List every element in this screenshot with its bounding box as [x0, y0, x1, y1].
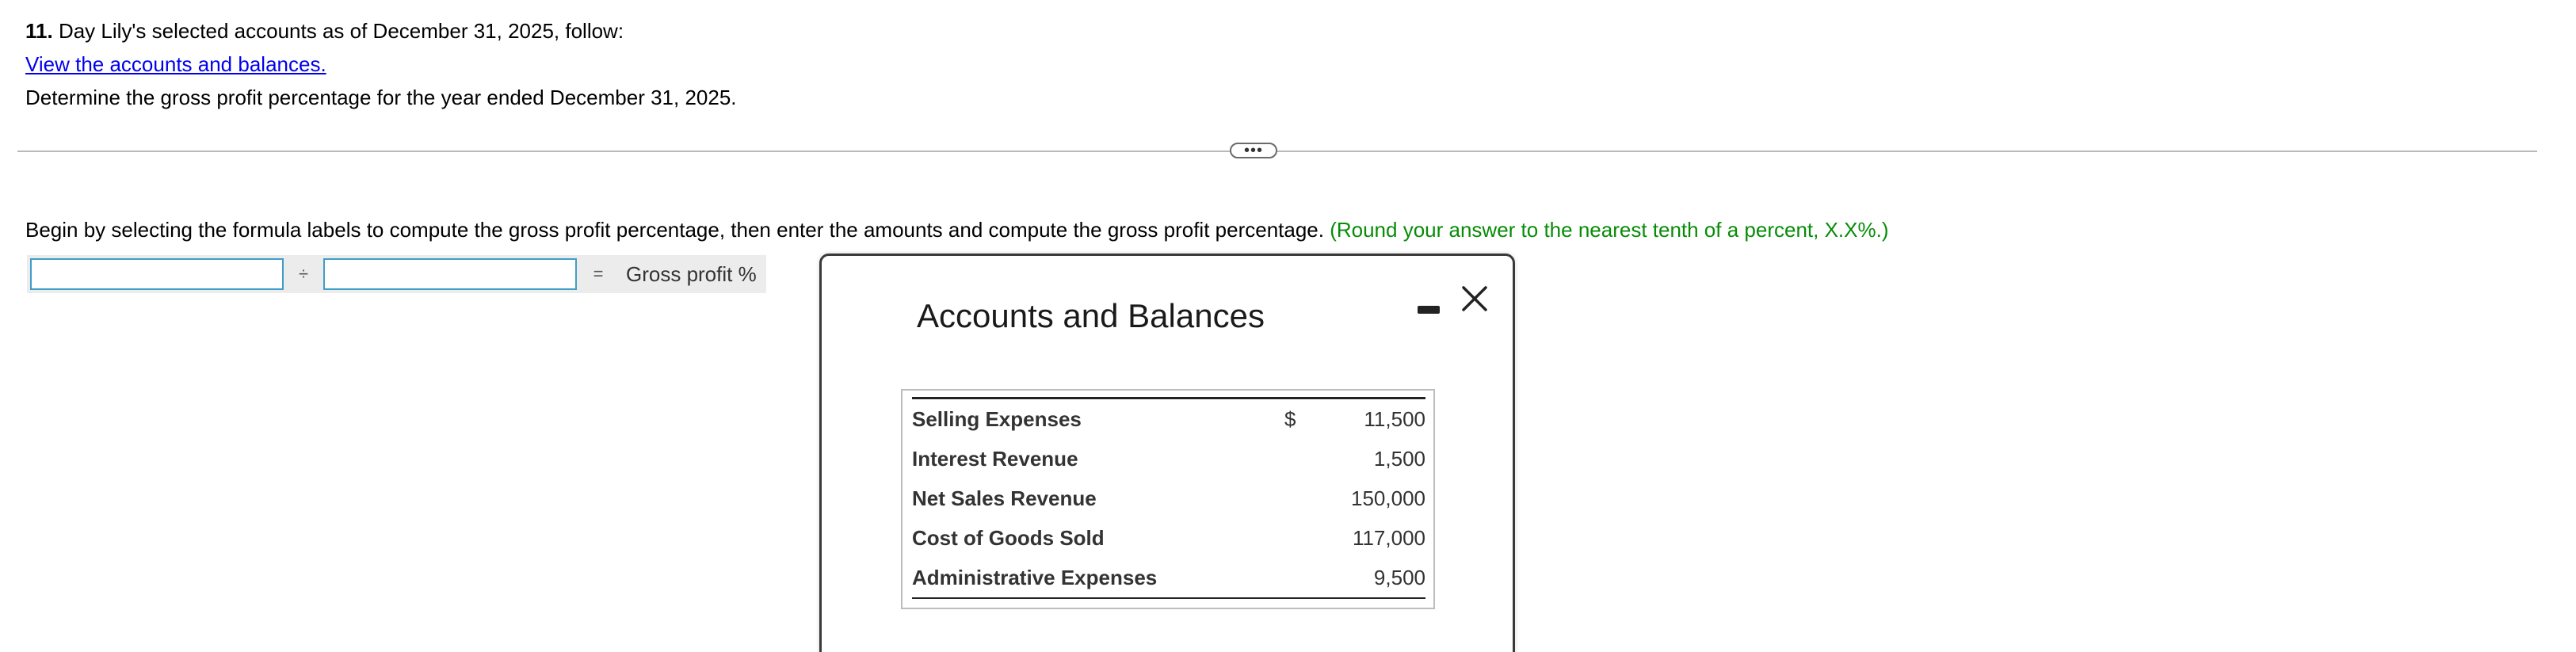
- currency-symbol: [1284, 439, 1316, 479]
- accounts-box: Selling Expenses $ 11,500 Interest Reven…: [901, 389, 1435, 609]
- currency-symbol: [1284, 518, 1316, 558]
- divide-operator: ÷: [298, 264, 309, 284]
- rounding-hint: (Round your answer to the nearest tenth …: [1330, 218, 1889, 242]
- question-task: Determine the gross profit percentage fo…: [25, 86, 737, 109]
- formula-row: ÷ = Gross profit %: [27, 255, 766, 293]
- minimize-icon: [1418, 306, 1440, 314]
- currency-symbol: $: [1284, 406, 1296, 431]
- question-block: 11. Day Lily's selected accounts as of D…: [25, 14, 737, 114]
- table-row: Administrative Expenses 9,500: [912, 558, 1425, 598]
- table-row: Selling Expenses $ 11,500: [912, 399, 1425, 439]
- account-amount: 9,500: [1373, 565, 1425, 589]
- question-number: 11.: [25, 19, 53, 43]
- instructions-text: Begin by selecting the formula labels to…: [25, 218, 1330, 242]
- accounts-balances-modal: Accounts and Balances Selling Expenses $…: [819, 254, 1515, 652]
- equals-operator: =: [593, 264, 604, 284]
- accounts-table: Selling Expenses $ 11,500 Interest Reven…: [912, 397, 1425, 600]
- account-name: Cost of Goods Sold: [912, 525, 1105, 550]
- section-divider: [17, 151, 2537, 152]
- account-amount: 150,000: [1351, 486, 1425, 510]
- denominator-input[interactable]: [323, 258, 577, 290]
- account-amount: 117,000: [1352, 525, 1425, 550]
- close-button[interactable]: [1457, 281, 1492, 316]
- table-row: Net Sales Revenue 150,000: [912, 479, 1425, 518]
- account-amount: 1,500: [1373, 446, 1425, 471]
- instructions: Begin by selecting the formula labels to…: [25, 214, 1888, 246]
- gross-profit-percent-label: Gross profit %: [626, 261, 757, 286]
- modal-title: Accounts and Balances: [917, 297, 1265, 334]
- account-name: Administrative Expenses: [912, 565, 1158, 589]
- account-name: Selling Expenses: [912, 406, 1082, 431]
- page: 11. Day Lily's selected accounts as of D…: [0, 0, 2576, 652]
- currency-symbol: [1284, 558, 1316, 598]
- account-name: Net Sales Revenue: [912, 486, 1097, 510]
- question-intro: Day Lily's selected accounts as of Decem…: [52, 19, 624, 43]
- currency-symbol: [1284, 479, 1316, 518]
- account-amount: 11,500: [1364, 406, 1425, 431]
- close-icon: [1462, 286, 1487, 311]
- expand-handle-button[interactable]: •••: [1230, 143, 1277, 158]
- question-header: 11. Day Lily's selected accounts as of D…: [25, 14, 737, 48]
- table-row: Interest Revenue 1,500: [912, 439, 1425, 479]
- more-dots-icon: •••: [1243, 142, 1263, 159]
- view-accounts-link[interactable]: View the accounts and balances.: [25, 48, 326, 81]
- table-row: Cost of Goods Sold 117,000: [912, 518, 1425, 558]
- account-name: Interest Revenue: [912, 446, 1078, 471]
- numerator-input[interactable]: [30, 258, 284, 290]
- minimize-button[interactable]: [1418, 293, 1443, 317]
